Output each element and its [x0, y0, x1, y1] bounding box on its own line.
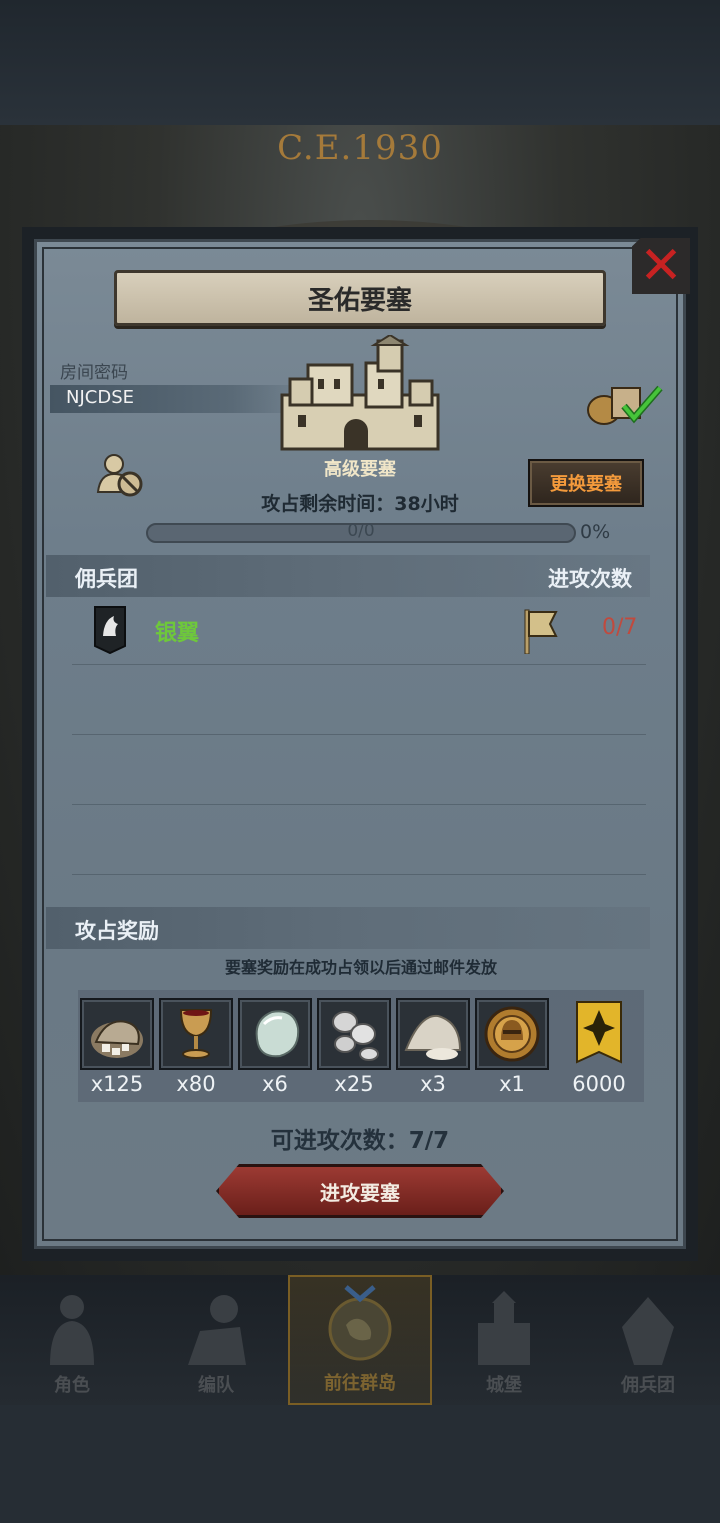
reward-note: 要塞奖励在成功占领以后通过邮件发放	[224, 958, 497, 977]
fortress-icon	[280, 335, 440, 451]
mercenary-attack-count: 0/7	[602, 615, 638, 640]
reward-qty: x80	[176, 1072, 216, 1096]
reward-qty: x6	[262, 1072, 288, 1096]
nav-label: 佣兵团	[621, 1375, 675, 1396]
bottom-nav: 角色 编队 前往群岛 城堡 佣兵团	[0, 1275, 720, 1405]
bottom-bar-fill	[0, 1405, 720, 1523]
reward-item[interactable]: x6	[238, 998, 312, 1096]
reward-qty: x1	[499, 1072, 525, 1096]
room-code-value[interactable]: NJCDSE	[66, 387, 134, 408]
top-status-strip	[0, 0, 720, 125]
reward-qty: 6000	[572, 1072, 626, 1096]
salt-pile-icon	[404, 1014, 462, 1060]
nav-label: 前往群岛	[324, 1373, 396, 1394]
year-label: C.E.1930	[277, 128, 443, 168]
nav-tab-castle[interactable]: 城堡	[432, 1275, 576, 1405]
reward-qty: x125	[90, 1072, 144, 1096]
gem-stone-icon	[255, 1010, 300, 1058]
row-divider	[72, 804, 646, 805]
ore-pile-icon	[91, 1020, 143, 1058]
row-divider	[72, 734, 646, 735]
modal-title: 圣佑要塞	[307, 285, 412, 316]
wolf-shield-icon	[94, 606, 126, 654]
nav-label: 编队	[198, 1375, 234, 1396]
close-button[interactable]: ✕	[632, 238, 690, 294]
reward-item[interactable]: x25	[317, 998, 391, 1096]
nav-tab-mercenary[interactable]: 佣兵团	[576, 1275, 720, 1405]
no-user-icon[interactable]	[96, 452, 144, 498]
mercenary-section-title: 佣兵团	[75, 567, 138, 591]
mercenary-name[interactable]: 银翼	[155, 615, 199, 647]
nav-tab-islands[interactable]: 前往群岛	[288, 1275, 432, 1405]
helmet-medal-icon	[484, 1006, 540, 1062]
reward-item[interactable]: x125	[80, 998, 154, 1096]
attack-fortress-label: 进攻要塞	[320, 1180, 400, 1205]
reward-item[interactable]: x1	[475, 998, 549, 1096]
goblet-icon	[179, 1009, 213, 1059]
reward-item[interactable]: x80	[159, 998, 233, 1096]
close-x-icon: ✕	[639, 236, 683, 296]
nav-label: 角色	[54, 1375, 90, 1396]
silver-coins-icon	[332, 1011, 379, 1061]
attack-count-header: 进攻次数	[548, 567, 632, 591]
reward-qty: x25	[334, 1072, 374, 1096]
progress-percent: 0%	[580, 521, 611, 543]
row-divider	[72, 874, 646, 875]
reward-qty: x3	[420, 1072, 446, 1096]
knight-icon	[50, 1295, 94, 1365]
mercenary-icon	[622, 1297, 674, 1365]
rank-banner-icon	[576, 1001, 622, 1064]
formation-icon	[188, 1295, 246, 1365]
fortress-level-label: 高级要塞	[324, 459, 396, 480]
attempts-remaining: 可进攻次数：7/7	[270, 1128, 450, 1154]
title-plate: 圣佑要塞	[114, 270, 606, 326]
room-password-label: 房间密码	[60, 363, 128, 383]
compass-icon	[328, 1285, 392, 1361]
flag-icon	[524, 609, 558, 654]
nav-tab-character[interactable]: 角色	[0, 1275, 144, 1405]
nav-tab-formation[interactable]: 编队	[144, 1275, 288, 1405]
reward-item[interactable]: 6000	[562, 998, 636, 1096]
progress-count: 0/0	[347, 521, 375, 541]
attack-fortress-button[interactable]: 进攻要塞	[216, 1164, 504, 1218]
bag-check-icon[interactable]	[584, 378, 664, 426]
remaining-time-text: 攻占剩余时间：38小时	[261, 493, 459, 515]
nav-label: 城堡	[486, 1375, 522, 1396]
row-divider	[72, 664, 646, 665]
reward-item[interactable]: x3	[396, 998, 470, 1096]
castle-icon	[478, 1291, 530, 1365]
reward-section-title: 攻占奖励	[75, 919, 159, 943]
